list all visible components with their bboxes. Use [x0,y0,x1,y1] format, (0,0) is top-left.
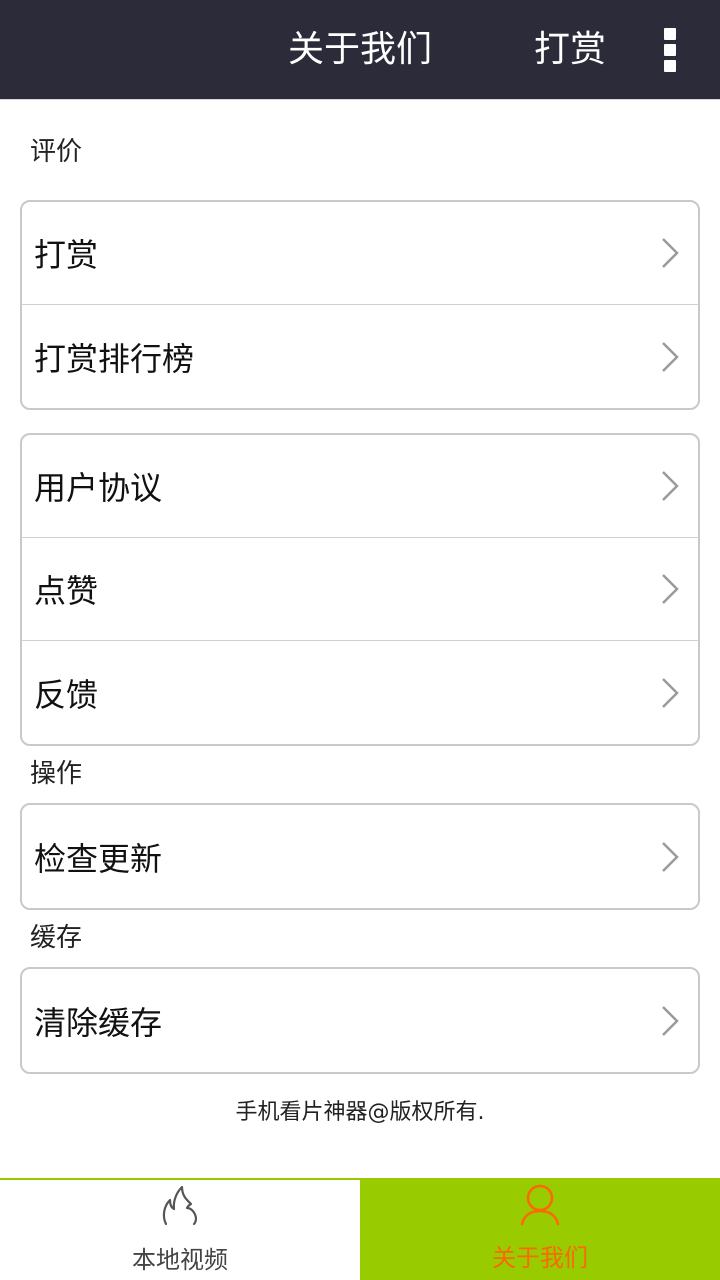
tab-label: 关于我们 [492,1244,588,1272]
tab-about-us[interactable]: 关于我们 [360,1178,720,1280]
card-group-misc: 用户协议 点赞 反馈 [20,433,700,746]
list-item-check-update[interactable]: 检查更新 [22,805,698,908]
list-item-label: 打赏排行榜 [34,339,195,378]
bottom-tab-bar: 本地视频 关于我们 [0,1178,720,1280]
list-item-label: 反馈 [34,675,99,714]
chevron-right-icon [662,341,679,372]
chevron-right-icon [662,238,679,268]
section-label-cache: 缓存 [30,923,83,953]
card-group-operations: 检查更新 [20,803,700,910]
tab-local-video[interactable]: 本地视频 [0,1178,360,1280]
app-header: 关于我们 打赏 [0,0,720,100]
section-label-rating: 评价 [30,137,83,167]
chevron-right-icon [662,1005,679,1036]
more-vert-icon[interactable] [652,28,688,72]
list-item-feedback[interactable]: 反馈 [22,641,698,744]
tab-label: 本地视频 [132,1246,228,1274]
copyright-text: 手机看片神器@版权所有. [235,1100,485,1125]
list-item-like[interactable]: 点赞 [22,538,698,641]
list-item-label: 清除缓存 [34,1003,163,1042]
page-title: 关于我们 [288,29,433,70]
list-item-user-agreement[interactable]: 用户协议 [22,435,698,538]
chevron-right-icon [662,841,679,872]
flame-icon [162,1185,198,1226]
list-item-label: 检查更新 [34,839,163,878]
section-label-operations: 操作 [30,759,83,789]
list-item-label: 用户协议 [34,469,163,507]
list-item-reward[interactable]: 打赏 [22,202,698,305]
card-group-reward: 打赏 打赏排行榜 [20,200,700,410]
list-item-clear-cache[interactable]: 清除缓存 [22,969,698,1072]
list-item-label: 打赏 [34,236,99,274]
chevron-right-icon [662,574,679,604]
chevron-right-icon [662,677,679,708]
chevron-right-icon [662,471,679,501]
list-item-reward-ranking[interactable]: 打赏排行榜 [22,305,698,408]
reward-action-button[interactable]: 打赏 [534,28,606,72]
user-icon [520,1184,560,1226]
list-item-label: 点赞 [34,572,99,610]
card-group-cache: 清除缓存 [20,967,700,1074]
